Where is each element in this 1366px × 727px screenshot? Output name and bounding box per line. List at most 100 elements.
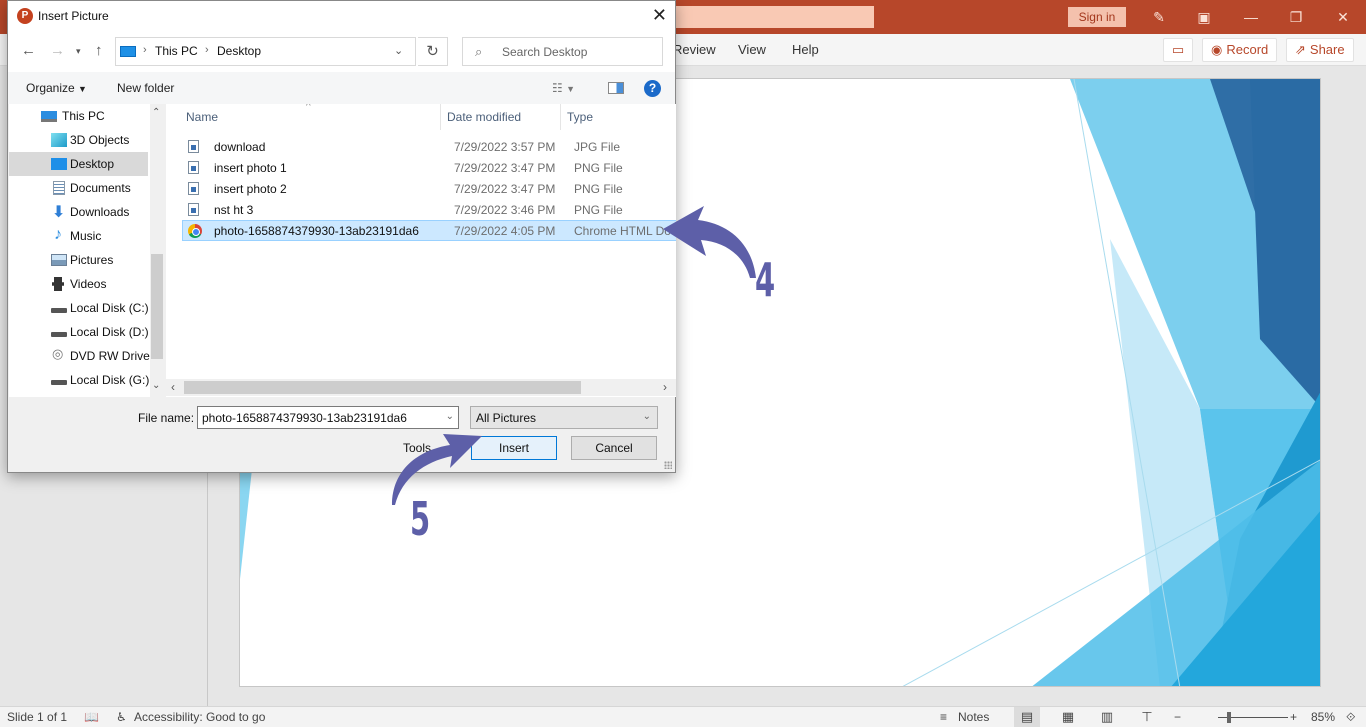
comment-icon: ▭ (1171, 42, 1185, 57)
address-bar[interactable]: › This PC › Desktop ⌄ (115, 37, 416, 66)
insert-button[interactable]: Insert (471, 436, 557, 460)
nav-item-downloads[interactable]: ⬇ Downloads (9, 200, 148, 224)
sort-ascending-icon: ^ (306, 104, 311, 112)
nav-item-music[interactable]: ♪ Music (9, 224, 148, 248)
search-input[interactable]: ⌕ Search Desktop (462, 37, 663, 66)
file-list-horizontal-scrollbar[interactable]: ‹ › (166, 379, 676, 396)
file-row[interactable]: insert photo 2 7/29/2022 3:47 PM PNG Fil… (182, 178, 676, 199)
cancel-button[interactable]: Cancel (571, 436, 657, 460)
nav-pane-scrollbar[interactable]: ⌃ ⌄ (150, 104, 164, 397)
column-header-name[interactable]: Name (186, 110, 218, 124)
image-file-icon (188, 161, 199, 174)
nav-item-documents[interactable]: Documents (9, 176, 148, 200)
nav-item-pictures[interactable]: Pictures (9, 248, 148, 272)
drive-icon (51, 308, 67, 313)
column-divider[interactable] (440, 104, 441, 130)
horizontal-scrollbar-thumb[interactable] (184, 381, 581, 394)
column-divider[interactable] (560, 104, 561, 130)
back-arrow-icon[interactable]: ← (21, 42, 36, 59)
nav-item-this-pc[interactable]: This PC (9, 104, 148, 128)
slideshow-button[interactable]: ⊤ (1134, 707, 1160, 727)
chevron-down-icon[interactable]: ⌄ (394, 44, 403, 57)
caret-down-icon: ▼ (78, 84, 87, 94)
breadcrumb-this-pc[interactable]: This PC (155, 44, 198, 58)
zoom-out-button[interactable]: − (1174, 710, 1181, 724)
scroll-up-icon[interactable]: ⌃ (152, 107, 160, 118)
tools-dropdown[interactable]: Tools (403, 441, 431, 455)
zoom-slider-thumb[interactable] (1227, 712, 1231, 723)
nav-item-local-disk-c[interactable]: Local Disk (C:) (9, 296, 149, 320)
file-name-input[interactable]: photo-1658874379930-13ab23191da6 ⌄ (197, 406, 459, 429)
column-header-type[interactable]: Type (567, 110, 593, 124)
file-row[interactable]: download 7/29/2022 3:57 PM JPG File (182, 136, 676, 157)
accessibility-status[interactable]: Accessibility: Good to go (134, 710, 265, 724)
tab-help[interactable]: Help (792, 42, 819, 57)
notes-icon[interactable]: ≡ (940, 710, 947, 724)
scroll-down-icon[interactable]: ⌄ (152, 380, 160, 391)
scroll-right-icon[interactable]: › (663, 380, 667, 394)
dvd-drive-icon: ◎ (52, 346, 64, 361)
comments-button[interactable]: ▭ (1163, 38, 1193, 62)
file-name: insert photo 2 (214, 182, 287, 196)
sign-in-button[interactable]: Sign in (1068, 7, 1126, 27)
new-folder-button[interactable]: New folder (117, 81, 174, 95)
nav-item-videos[interactable]: Videos (9, 272, 148, 296)
nav-item-3d-objects[interactable]: 3D Objects (9, 128, 148, 152)
nav-item-label: Local Disk (C:) (70, 301, 149, 315)
record-button[interactable]: ◉ Record (1202, 38, 1278, 62)
up-arrow-icon[interactable]: ↑ (95, 42, 103, 59)
minimize-icon[interactable]: — (1240, 6, 1262, 28)
help-icon[interactable]: ? (644, 80, 661, 97)
navigation-pane: This PC 3D Objects Desktop Documents ⬇ D… (9, 104, 164, 397)
powerpoint-logo-icon: P (17, 8, 33, 24)
nav-item-label: Desktop (70, 157, 115, 171)
spell-check-icon[interactable]: 📖 (84, 710, 99, 724)
nav-item-desktop[interactable]: Desktop (9, 152, 148, 176)
file-type: JPG File (574, 140, 621, 154)
tab-view[interactable]: View (738, 42, 766, 57)
slide-sorter-button[interactable]: ▦ (1055, 707, 1081, 727)
file-type-filter[interactable]: All Pictures ⌄ (470, 406, 658, 429)
file-row[interactable]: insert photo 1 7/29/2022 3:47 PM PNG Fil… (182, 157, 676, 178)
nav-item-label: Videos (70, 277, 107, 291)
ribbon-display-icon[interactable]: ▣ (1193, 6, 1215, 28)
nav-item-dvd-rw-drive[interactable]: ◎ DVD RW Drive (9, 344, 150, 368)
forward-arrow-icon[interactable]: → (50, 42, 65, 59)
file-row[interactable]: nst ht 3 7/29/2022 3:46 PM PNG File (182, 199, 676, 220)
drive-icon (51, 332, 67, 337)
organize-button[interactable]: Organize ▼ (26, 81, 87, 95)
share-button[interactable]: ⇗ Share (1286, 38, 1354, 62)
change-view-icon[interactable]: ☷ ▼ (552, 81, 575, 95)
column-header-date[interactable]: Date modified (447, 110, 521, 124)
file-row-selected[interactable]: photo-1658874379930-13ab23191da6 7/29/20… (182, 220, 676, 241)
tab-review[interactable]: Review (673, 42, 716, 57)
recent-locations-icon[interactable]: ▾ (76, 46, 81, 57)
nav-item-local-disk-g[interactable]: Local Disk (G:) (9, 368, 150, 392)
preview-pane-icon[interactable] (608, 82, 624, 94)
refresh-button[interactable]: ↻ (418, 37, 448, 66)
nav-item-local-disk-d[interactable]: Local Disk (D:) (9, 320, 149, 344)
designer-icon[interactable]: ✎ (1148, 6, 1170, 28)
annotation-number-5: 5 (410, 492, 431, 546)
restore-icon[interactable]: ❐ (1285, 6, 1307, 28)
scroll-left-icon[interactable]: ‹ (171, 380, 175, 394)
accessibility-icon[interactable]: ♿ (116, 710, 127, 724)
normal-view-button[interactable]: ▤ (1014, 707, 1040, 727)
breadcrumb-desktop[interactable]: Desktop (217, 44, 261, 58)
reading-view-button[interactable]: ▥ (1094, 707, 1120, 727)
resize-grip[interactable] (664, 461, 672, 469)
close-icon[interactable]: ✕ (1332, 6, 1354, 28)
videos-icon (52, 277, 64, 291)
zoom-level[interactable]: 85% (1311, 710, 1335, 724)
dialog-close-icon[interactable]: ✕ (652, 5, 667, 26)
image-file-icon (188, 182, 199, 195)
organize-label: Organize (26, 81, 75, 95)
nav-item-label: Local Disk (G:) (70, 373, 150, 387)
chevron-down-icon[interactable]: ⌄ (446, 411, 454, 422)
nav-scrollbar-thumb[interactable] (151, 254, 163, 359)
chevron-right-icon: › (143, 44, 147, 56)
fit-to-window-icon[interactable]: ⟐ (1346, 710, 1355, 725)
zoom-in-button[interactable]: + (1290, 710, 1297, 724)
notes-button[interactable]: Notes (958, 710, 989, 724)
share-icon: ⇗ (1295, 42, 1306, 57)
